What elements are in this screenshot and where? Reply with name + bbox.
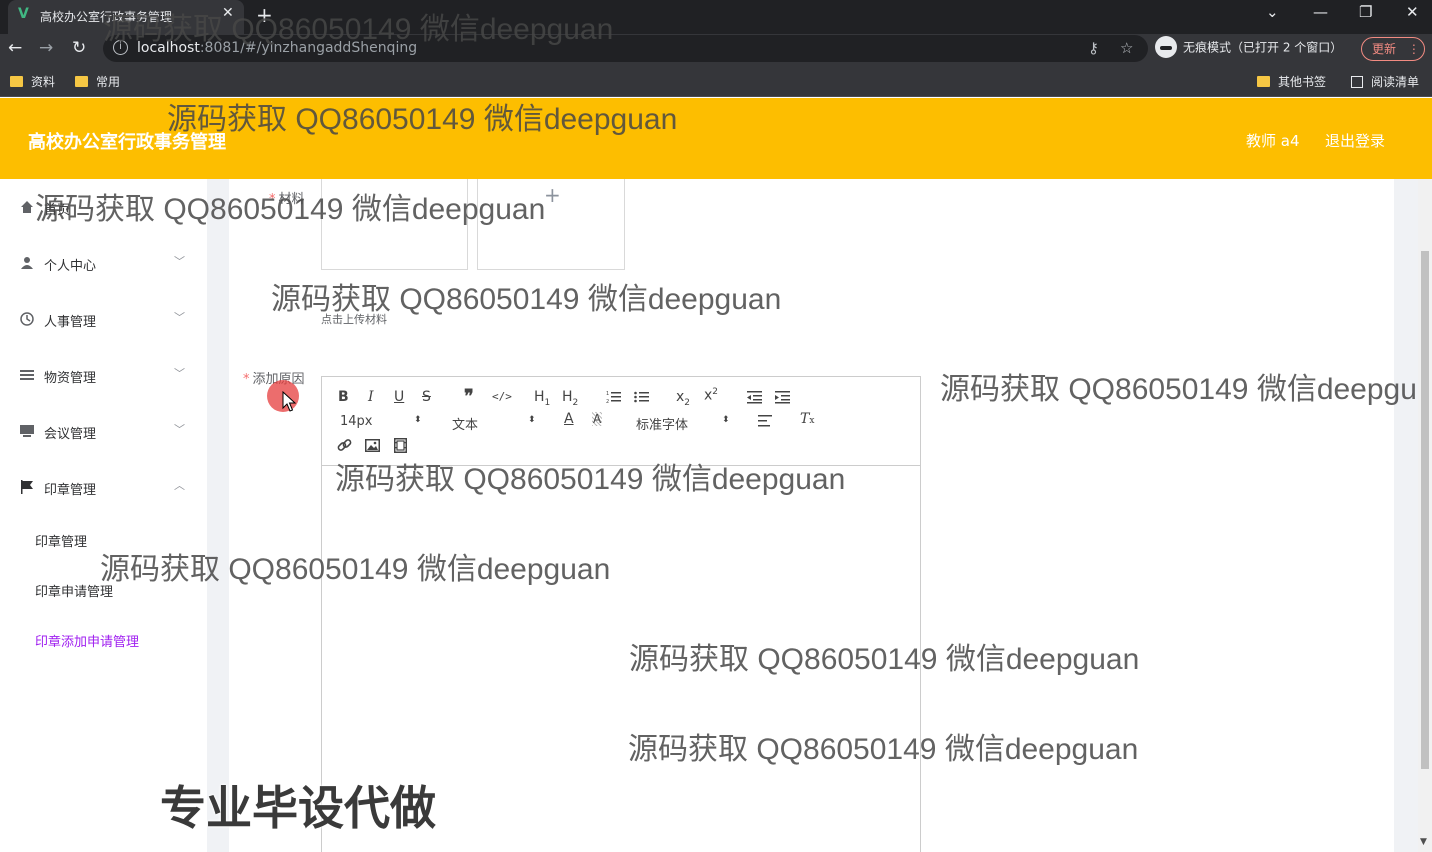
sidebar-item-meetings[interactable]: 会议管理 ﹀ [20,417,190,447]
font-family-select[interactable]: 标准字体 ⬍ [636,414,730,433]
right-gutter [1394,179,1418,852]
font-size-select[interactable]: 14px ⬍ [340,414,422,429]
h1-button[interactable]: H1 [534,389,550,408]
update-button[interactable]: 更新 ⋮ [1361,37,1425,61]
sidebar-item-materials[interactable]: 物资管理 ﹀ [20,361,190,391]
back-icon[interactable]: ← [8,38,22,58]
url-text: localhost:8081/#/yinzhangaddShenqing [137,40,418,56]
sidebar: 首页 个人中心 ﹀ 人事管理 ﹀ 物资管理 ﹀ 会议管理 ﹀ 印章管理 ︿ 印章… [0,179,207,852]
clear-format-button[interactable]: Tx [800,411,814,427]
list-icon [20,370,34,380]
incognito-indicator[interactable]: 无痕模式（已打开 2 个窗口） [1155,36,1342,62]
required-mark: * [269,192,276,207]
bold-button[interactable]: B [338,389,349,405]
sidebar-item-personal[interactable]: 个人中心 ﹀ [20,249,190,279]
minimize-icon[interactable]: — [1313,3,1328,21]
chevron-down-icon: ﹀ [174,255,185,268]
bookmark-star-icon[interactable]: ☆ [1120,39,1133,57]
home-icon [21,201,33,213]
app-header: 高校办公室行政事务管理 教师 a4 退出登录 [0,98,1432,179]
bookmark-folder-ziliao[interactable]: 资料 [10,73,55,90]
material-preview-box[interactable] [321,179,468,270]
video-icon[interactable] [394,438,407,453]
forward-icon[interactable]: → [39,38,53,58]
scroll-down-arrow-icon[interactable]: ▼ [1420,837,1427,847]
incognito-label: 无痕模式（已打开 2 个窗口） [1183,40,1343,55]
key-icon[interactable]: ⚷ [1088,39,1099,57]
indent-icon[interactable] [775,390,790,404]
page-scrollbar[interactable]: ▼ [1418,179,1432,852]
address-bar[interactable]: i localhost:8081/#/yinzhangaddShenqing ⚷… [103,35,1148,62]
browser-tab[interactable]: V 高校办公室行政事务管理 ✕ [8,0,244,34]
text-type-select[interactable]: 文本 ⬍ [452,414,536,433]
browser-titlebar: V 高校办公室行政事务管理 ✕ + ⌄ — ❐ ✕ [0,0,1432,34]
ordered-list-icon[interactable]: 12 [606,390,621,404]
bullet-list-icon[interactable] [634,390,649,404]
reading-list[interactable]: 阅读清单 [1351,73,1419,90]
italic-button[interactable]: I [368,389,374,405]
sidebar-subitem-seal-add-apply[interactable]: 印章添加申请管理 [35,631,139,650]
sidebar-item-personnel[interactable]: 人事管理 ﹀ [20,305,190,335]
browser-toolbar: ← → ↻ i localhost:8081/#/yinzhangaddShen… [0,34,1432,64]
material-upload-button[interactable]: + [477,179,625,270]
clock-icon [20,312,34,326]
bookmark-folder-changyong[interactable]: 常用 [75,73,120,90]
folder-icon [10,76,23,87]
link-icon[interactable] [337,438,352,453]
other-bookmarks[interactable]: 其他书签 [1257,73,1326,90]
tab-close-icon[interactable]: ✕ [222,5,234,21]
reload-icon[interactable]: ↻ [72,38,86,58]
site-info-icon[interactable]: i [113,40,128,55]
svg-text:1: 1 [606,391,609,397]
h2-button[interactable]: H2 [562,389,578,408]
folder-icon [1257,76,1270,87]
plus-icon: + [544,183,561,207]
scrollbar-thumb[interactable] [1421,251,1429,769]
editor-toolbar: B I U S ❞ </> H1 H2 12 x2 x2 14px ⬍ 文本 ⬍ A… [322,377,920,466]
code-button[interactable]: </> [492,390,512,403]
sidebar-subitem-seal-apply[interactable]: 印章申请管理 [35,581,113,600]
svg-text:2: 2 [606,399,609,404]
outdent-icon[interactable] [747,390,762,404]
required-mark: * [243,372,250,387]
background-color-button[interactable]: A [592,412,603,426]
superscript-button[interactable]: x2 [704,387,718,404]
upload-hint: 点击上传材料 [321,313,387,326]
monitor-icon [20,425,34,437]
user-icon [21,257,33,269]
font-color-button[interactable]: A [564,411,574,427]
current-user: 教师 a4 [1246,132,1300,150]
sidebar-item-seal[interactable]: 印章管理 ︿ [20,473,190,503]
bookmarks-bar: 资料 常用 其他书签 阅读清单 [0,64,1432,97]
blockquote-button[interactable]: ❞ [464,386,474,407]
close-window-icon[interactable]: ✕ [1406,3,1419,21]
tab-search-icon[interactable]: ⌄ [1266,3,1279,21]
vue-favicon-icon: V [18,6,29,22]
tab-title: 高校办公室行政事务管理 [40,10,173,24]
sidebar-item-home[interactable]: 首页 [20,193,190,223]
reading-list-icon [1351,76,1363,88]
logout-link[interactable]: 退出登录 [1325,130,1385,151]
strike-button[interactable]: S [422,389,431,405]
subscript-button[interactable]: x2 [676,389,690,408]
chevron-down-icon: ﹀ [174,423,185,436]
chevron-down-icon: ﹀ [174,311,185,324]
incognito-icon [1155,36,1177,58]
watermark-big-text: 专业毕设代做 [160,781,436,835]
content-gutter [207,179,229,852]
sidebar-subitem-seal-manage[interactable]: 印章管理 [35,531,87,550]
mouse-cursor-icon [282,391,296,412]
align-icon[interactable] [758,415,772,428]
folder-icon [75,76,88,87]
material-label: * 材料 [269,192,305,207]
underline-button[interactable]: U [394,389,404,405]
restore-icon[interactable]: ❐ [1359,3,1372,21]
chevron-down-icon: ﹀ [174,367,185,380]
flag-icon [21,480,33,494]
app-title: 高校办公室行政事务管理 [28,132,226,153]
chevron-up-icon: ︿ [174,479,185,492]
image-icon[interactable] [365,439,380,452]
new-tab-icon[interactable]: + [256,3,273,27]
